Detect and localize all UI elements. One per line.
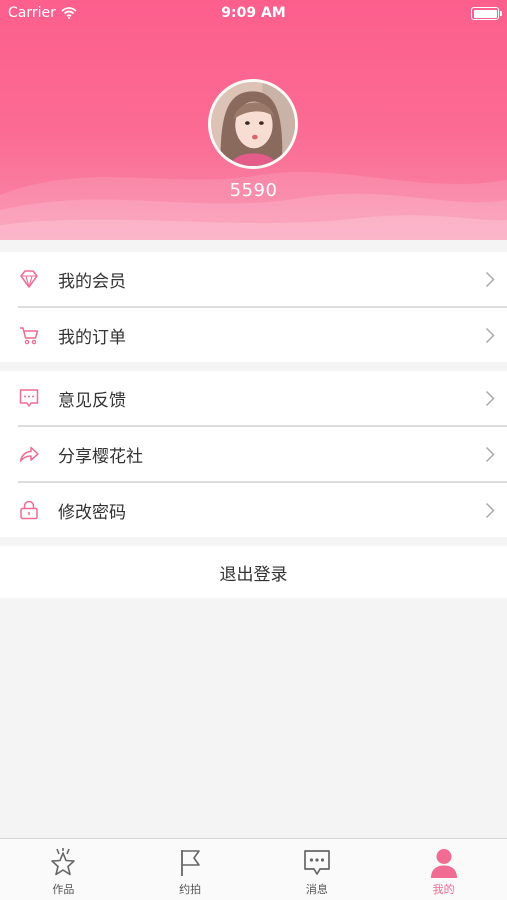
chevron-right-icon [485, 271, 495, 288]
tab-works[interactable]: 作品 [0, 839, 127, 900]
menu-item-change-password[interactable]: 修改密码 [0, 483, 507, 537]
tab-mine[interactable]: 我的 [380, 839, 507, 900]
menu-item-share[interactable]: 分享樱花社 [0, 427, 507, 481]
battery-icon [471, 7, 502, 20]
profile-header: Carrier 9:09 AM 5590 [0, 0, 507, 240]
feedback-icon [19, 389, 39, 407]
tab-label: 作品 [52, 883, 75, 896]
tab-label: 我的 [432, 883, 455, 896]
menu-label: 我的会员 [58, 271, 126, 292]
menu-label: 分享樱花社 [58, 446, 143, 467]
share-icon [19, 446, 39, 462]
chevron-right-icon [485, 390, 495, 407]
tab-label: 约拍 [179, 883, 202, 896]
person-icon [430, 849, 457, 878]
diamond-icon [20, 270, 38, 288]
flag-icon [181, 850, 200, 876]
tab-messages[interactable]: 消息 [254, 839, 381, 900]
menu-item-feedback[interactable]: 意见反馈 [0, 371, 507, 425]
menu-label: 意见反馈 [58, 390, 126, 411]
chevron-right-icon [485, 446, 495, 463]
tab-bar: 作品 约拍 消息 我的 [0, 838, 507, 900]
clock: 9:09 AM [221, 5, 286, 21]
username: 5590 [229, 180, 278, 201]
logout-button[interactable]: 退出登录 [0, 546, 507, 598]
avatar-image [211, 82, 295, 166]
star-icon [51, 848, 76, 876]
menu-group-account: 我的会员 我的订单 [0, 252, 507, 362]
message-icon [304, 850, 330, 875]
cart-icon [20, 327, 39, 345]
lock-icon [20, 500, 38, 520]
tab-appointment[interactable]: 约拍 [127, 839, 254, 900]
status-bar: Carrier 9:09 AM [0, 0, 507, 28]
menu-item-orders[interactable]: 我的订单 [0, 308, 507, 362]
chevron-right-icon [485, 327, 495, 344]
menu-group-settings: 意见反馈 分享樱花社 修改密码 [0, 371, 507, 537]
menu-label: 修改密码 [58, 502, 126, 523]
menu-item-membership[interactable]: 我的会员 [0, 252, 507, 306]
chevron-right-icon [485, 502, 495, 519]
avatar[interactable] [208, 79, 298, 169]
menu-label: 我的订单 [58, 327, 126, 348]
tab-label: 消息 [305, 883, 328, 896]
